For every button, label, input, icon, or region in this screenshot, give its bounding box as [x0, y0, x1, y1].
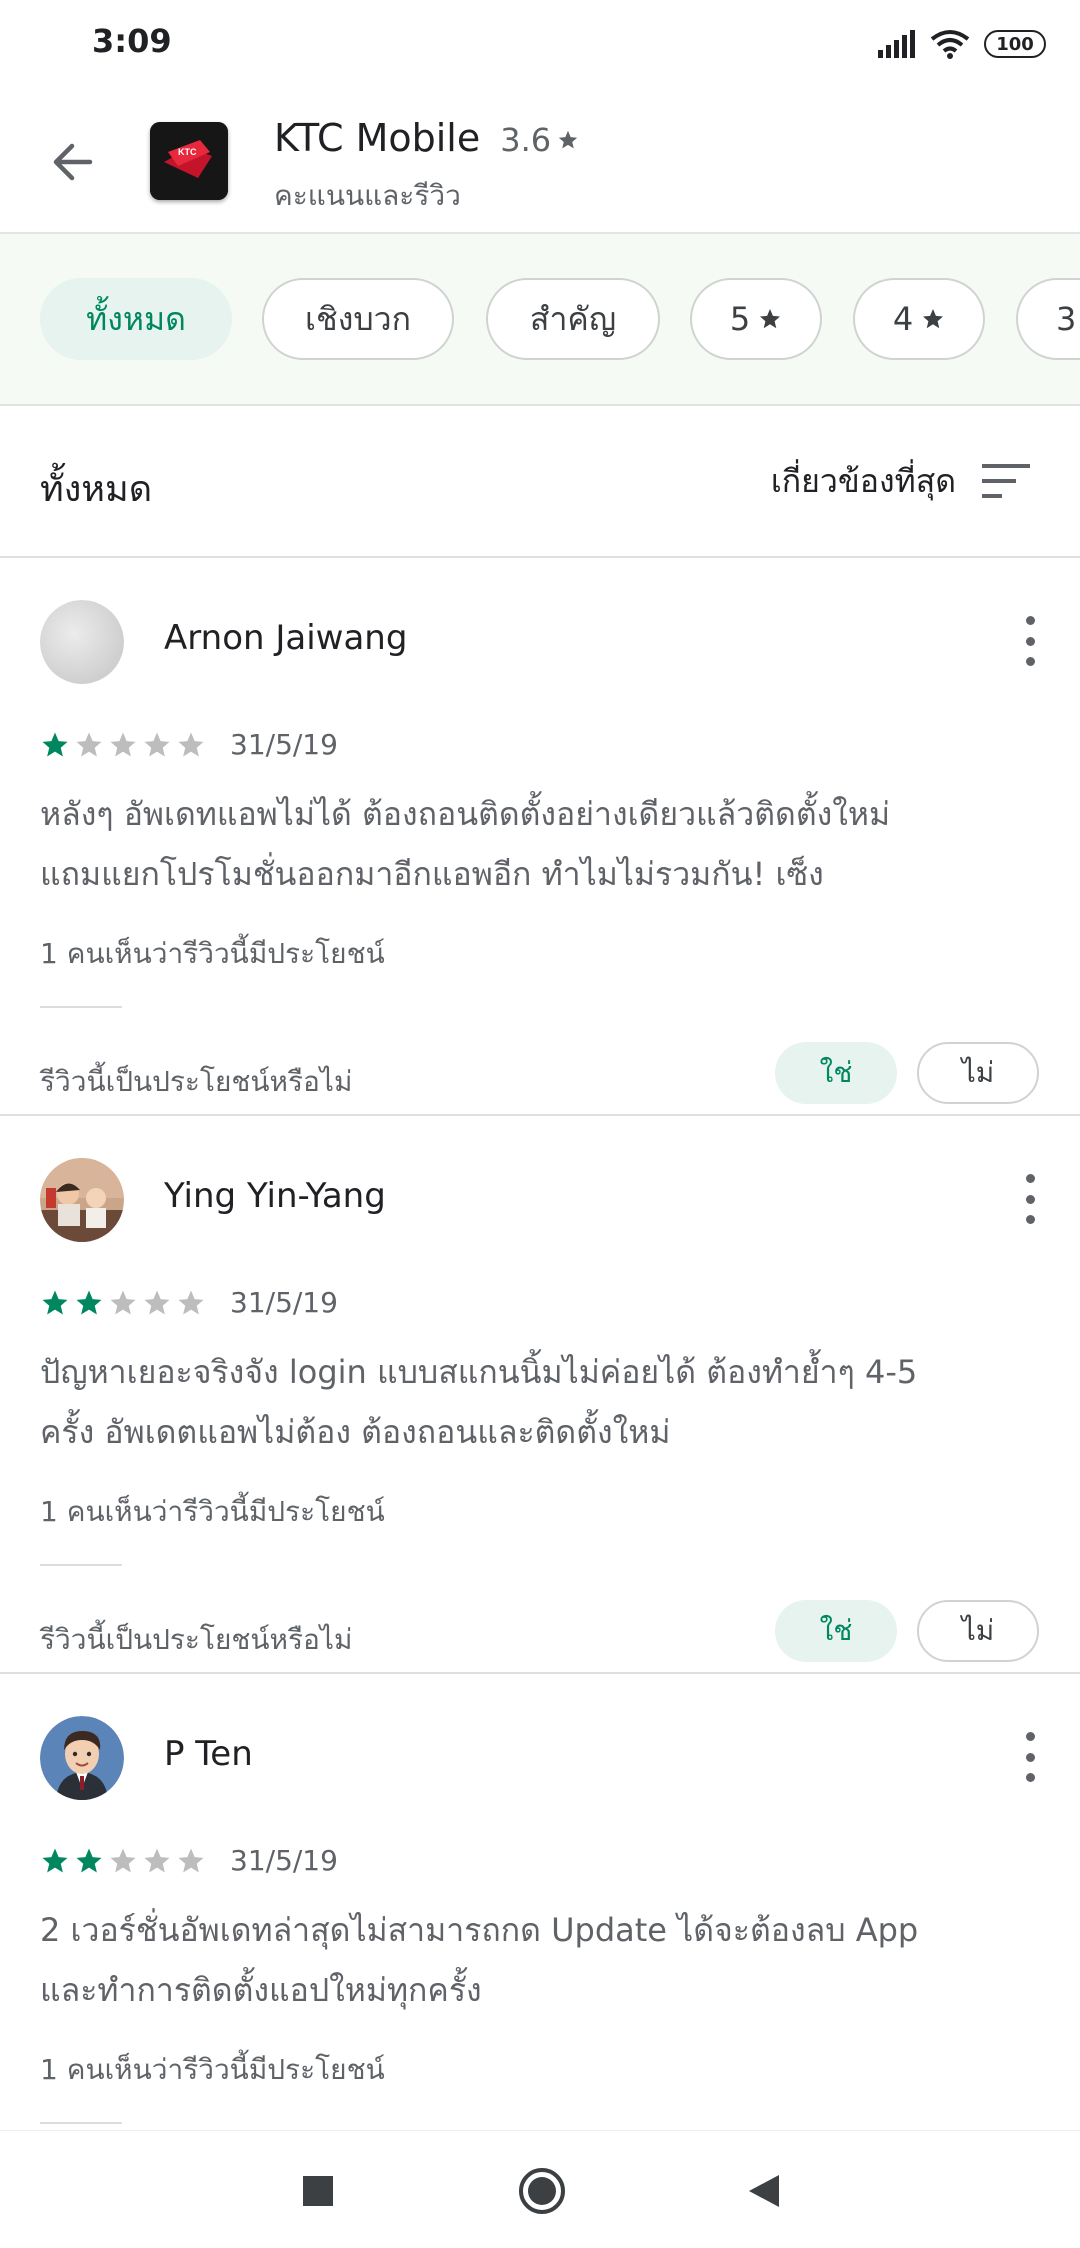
rating-stars: 31/5/19	[40, 728, 338, 761]
reviewer-name: Arnon Jaiwang	[164, 618, 408, 658]
review-date: 31/5/19	[230, 1286, 338, 1319]
sort-button[interactable]: เกี่ยวข้องที่สุด	[771, 456, 956, 507]
reviewer-name: P Ten	[164, 1734, 253, 1774]
helpful-yes-button[interactable]: ใช่	[775, 1600, 897, 1662]
star-empty-icon	[178, 732, 204, 756]
star-empty-icon	[178, 1290, 204, 1314]
app-bar: KTC KTC Mobile 3.6 คะแนนและรีวิว	[0, 86, 1080, 232]
avatar[interactable]	[40, 1716, 124, 1800]
section-title: ทั้งหมด	[40, 469, 153, 510]
sort-bar: ทั้งหมด เกี่ยวข้องที่สุด	[0, 406, 1080, 558]
back-nav-button[interactable]	[734, 2161, 794, 2221]
home-circle-icon	[519, 2168, 565, 2214]
review-text: หลังๆ อัพเดทแอพไม่ได้ ต้องถอนติดตั้งอย่า…	[40, 784, 1040, 904]
more-options-icon[interactable]	[1020, 616, 1040, 666]
divider	[40, 1564, 122, 1566]
helpful-yes-button[interactable]: ใช่	[775, 1042, 897, 1104]
chip-5-stars[interactable]: 5	[690, 278, 822, 360]
system-nav-bar	[0, 2130, 1080, 2248]
review-card: P Ten 31/5/19 2 เวอร์ชั่นอัพเดทล่าสุดไม่…	[0, 1674, 1080, 2130]
review-date: 31/5/19	[230, 1844, 338, 1877]
sort-icon[interactable]	[982, 462, 1030, 500]
svg-text:KTC: KTC	[178, 147, 197, 157]
ktc-logo-icon: KTC	[150, 122, 228, 200]
app-subtitle: คะแนนและรีวิว	[274, 179, 461, 212]
chip-label: 4	[892, 300, 914, 338]
helpful-question: รีวิวนี้เป็นประโยชน์หรือไม่	[40, 1065, 353, 1098]
chip-label: 5	[729, 300, 751, 338]
arrow-left-icon	[53, 143, 93, 181]
rating-stars: 31/5/19	[40, 1844, 338, 1877]
chip-label: 3	[1056, 300, 1077, 338]
rating-stars: 31/5/19	[40, 1286, 338, 1319]
chip-positive[interactable]: เชิงบวก	[262, 278, 454, 360]
chip-label: เชิงบวก	[305, 299, 411, 338]
more-options-icon[interactable]	[1020, 1732, 1040, 1782]
chip-label: สำคัญ	[529, 299, 617, 338]
helpful-no-button[interactable]: ไม่	[917, 1042, 1039, 1104]
review-text-line: ครั้ง อัพเดตแอพไม่ต้อง ต้องถอนและติดตั้ง…	[40, 1413, 671, 1451]
review-text-line: 2 เวอร์ชั่นอัพเดทล่าสุดไม่สามารถกด Updat…	[40, 1911, 919, 1949]
app-icon[interactable]: KTC	[150, 122, 228, 200]
review-text: ปัญหาเยอะจริงจัง login แบบสแกนนิ้มไม่ค่อ…	[40, 1342, 1040, 1462]
filter-chip-bar: ทั้งหมด เชิงบวก สำคัญ 5 4 3	[0, 232, 1080, 406]
helpful-count: 1 คนเห็นว่ารีวิวนี้มีประโยชน์	[40, 1495, 385, 1528]
star-filled-icon	[42, 1290, 68, 1314]
chip-3-stars[interactable]: 3	[1016, 278, 1080, 360]
square-icon	[303, 2176, 333, 2206]
star-empty-icon	[178, 1848, 204, 1872]
app-title: KTC Mobile 3.6	[274, 116, 579, 160]
battery-icon: 100	[984, 30, 1046, 58]
app-name: KTC Mobile	[274, 116, 481, 160]
status-bar: 3:09 100	[0, 0, 1080, 86]
star-empty-icon	[144, 1848, 170, 1872]
star-icon	[760, 309, 781, 329]
star-filled-icon	[76, 1848, 102, 1872]
avatar[interactable]	[40, 600, 124, 684]
chip-4-stars[interactable]: 4	[853, 278, 985, 360]
status-time: 3:09	[92, 22, 172, 60]
star-filled-icon	[42, 732, 68, 756]
back-triangle-icon	[749, 2175, 779, 2207]
more-options-icon[interactable]	[1020, 1174, 1040, 1224]
back-button[interactable]	[36, 126, 108, 198]
helpful-question: รีวิวนี้เป็นประโยชน์หรือไม่	[40, 1623, 353, 1656]
review-card: Arnon Jaiwang 31/5/19 หลังๆ อัพเดทแอพไม่…	[0, 558, 1080, 1116]
review-text-line: และทำการติดตั้งแอปใหม่ทุกครั้ง	[40, 1971, 482, 2009]
helpful-count: 1 คนเห็นว่ารีวิวนี้มีประโยชน์	[40, 2053, 385, 2086]
star-empty-icon	[110, 1848, 136, 1872]
review-card: Ying Yin-Yang 31/5/19 ปัญหาเยอะจริงจัง l…	[0, 1116, 1080, 1674]
star-empty-icon	[144, 732, 170, 756]
review-text: 2 เวอร์ชั่นอัพเดทล่าสุดไม่สามารถกด Updat…	[40, 1900, 1040, 2020]
star-icon	[558, 130, 578, 149]
star-filled-icon	[76, 1290, 102, 1314]
star-empty-icon	[110, 1290, 136, 1314]
recents-button[interactable]	[288, 2161, 348, 2221]
star-filled-icon	[42, 1848, 68, 1872]
signal-icon	[878, 30, 915, 58]
chip-label: ทั้งหมด	[86, 299, 186, 338]
wifi-icon	[930, 30, 970, 59]
chip-critical[interactable]: สำคัญ	[486, 278, 660, 360]
star-empty-icon	[144, 1290, 170, 1314]
home-button[interactable]	[512, 2161, 572, 2221]
star-empty-icon	[110, 732, 136, 756]
divider	[40, 1006, 122, 1008]
divider	[40, 2122, 122, 2124]
helpful-count: 1 คนเห็นว่ารีวิวนี้มีประโยชน์	[40, 937, 385, 970]
review-text-line: หลังๆ อัพเดทแอพไม่ได้ ต้องถอนติดตั้งอย่า…	[40, 795, 891, 833]
chip-all[interactable]: ทั้งหมด	[40, 278, 232, 360]
status-icons: 100	[878, 26, 1046, 62]
review-date: 31/5/19	[230, 728, 338, 761]
review-text-line: ปัญหาเยอะจริงจัง login แบบสแกนนิ้มไม่ค่อ…	[40, 1353, 918, 1391]
reviewer-name: Ying Yin-Yang	[164, 1176, 386, 1216]
helpful-no-button[interactable]: ไม่	[917, 1600, 1039, 1662]
app-rating-value: 3.6	[500, 121, 552, 159]
avatar[interactable]	[40, 1158, 124, 1242]
review-text-line: แถมแยกโปรโมชั่นออกมาอีกแอพอีก ทำไมไม่รวม…	[40, 855, 824, 893]
star-empty-icon	[76, 732, 102, 756]
app-rating: 3.6	[500, 121, 579, 159]
star-icon	[923, 309, 944, 329]
